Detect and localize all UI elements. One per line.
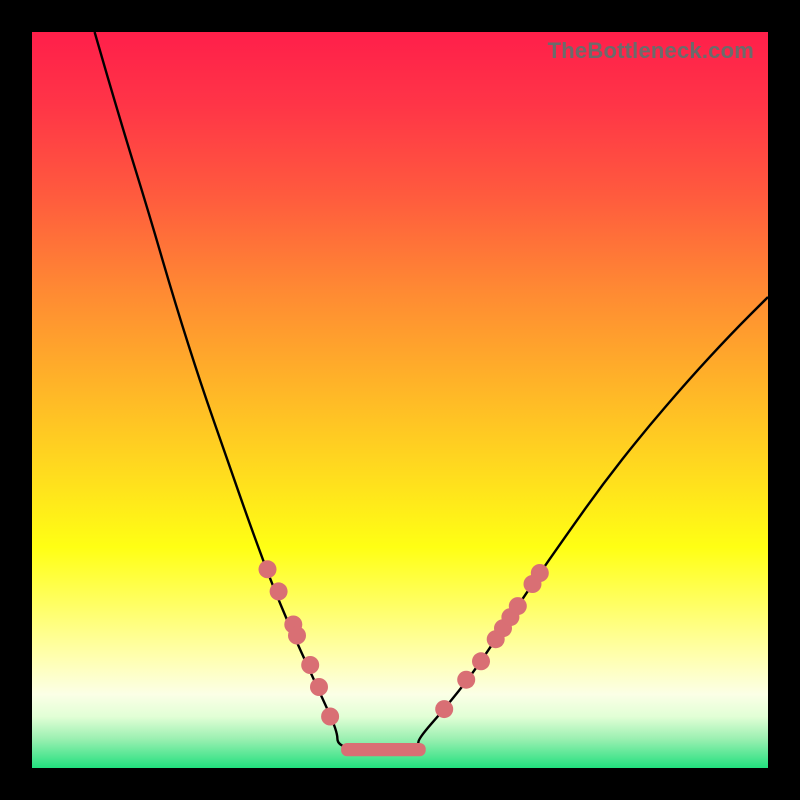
data-point [301, 656, 319, 674]
plot-area: TheBottleneck.com [32, 32, 768, 768]
figure-frame: TheBottleneck.com [0, 0, 800, 800]
bottleneck-curve [95, 32, 768, 750]
data-point [472, 652, 490, 670]
data-point [259, 560, 277, 578]
curve-layer [32, 32, 768, 768]
data-point [321, 708, 339, 726]
data-point [270, 582, 288, 600]
data-point [509, 597, 527, 615]
data-point [457, 671, 475, 689]
data-points-group [259, 560, 549, 725]
data-point [288, 627, 306, 645]
minimum-flat-segment [341, 743, 426, 756]
data-point [435, 700, 453, 718]
data-point [531, 564, 549, 582]
data-point [310, 678, 328, 696]
